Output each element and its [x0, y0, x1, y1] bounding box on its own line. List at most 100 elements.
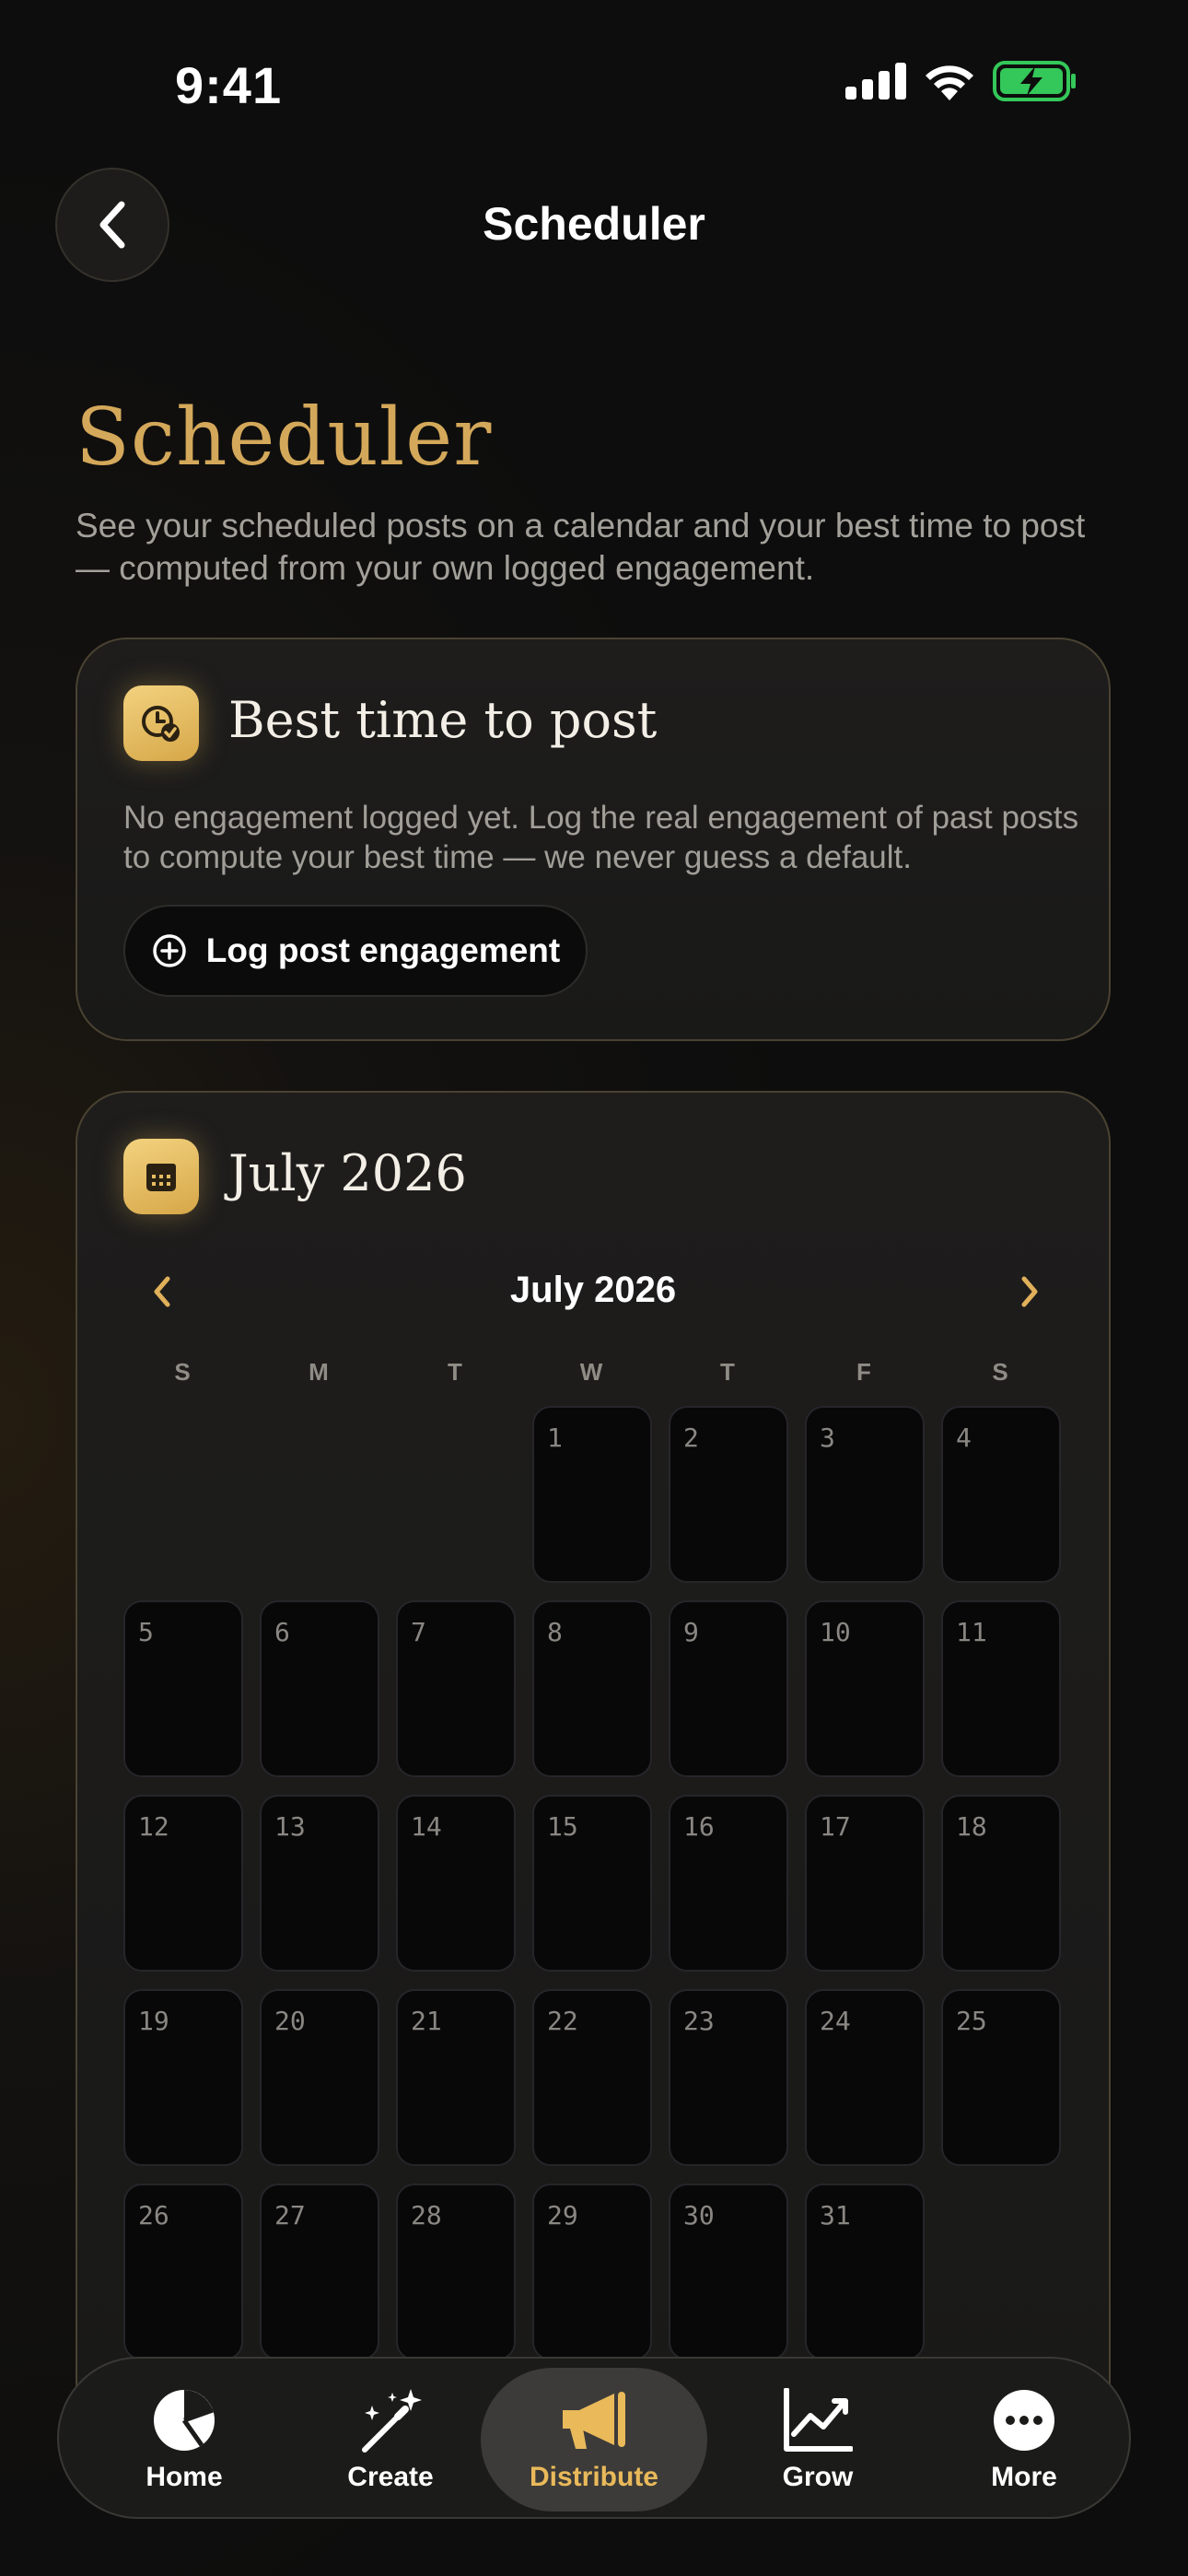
day-number: 1: [547, 1423, 563, 1453]
tab-more-label: More: [991, 2462, 1057, 2492]
calendar-day[interactable]: 8: [532, 1600, 652, 1777]
calendar-day[interactable]: 4: [941, 1406, 1061, 1583]
wifi-icon: [926, 65, 973, 100]
calendar-day[interactable]: 17: [805, 1795, 925, 1972]
day-number: 2: [683, 1423, 699, 1453]
log-engagement-button[interactable]: Log post engagement: [123, 905, 588, 997]
nav-title: Scheduler: [483, 198, 705, 250]
calendar-card: July 2026 July 2026 SMTWTFS 1 2 3 4 5 6 7 8 9 10 1…: [76, 1091, 1111, 2454]
day-number: 14: [411, 1811, 442, 1842]
calendar-day[interactable]: 22: [532, 1989, 652, 2166]
day-number: 29: [547, 2200, 578, 2231]
calendar-day[interactable]: 18: [941, 1795, 1061, 1972]
calendar-day[interactable]: 27: [260, 2184, 379, 2360]
day-number: 26: [138, 2200, 169, 2231]
cellular-signal-icon: [845, 63, 906, 100]
calendar-day[interactable]: 31: [805, 2184, 925, 2360]
tab-distribute[interactable]: Distribute: [481, 2359, 707, 2517]
day-number: 23: [683, 2006, 715, 2036]
trend-chart-icon: [784, 2388, 853, 2452]
day-number: 11: [956, 1617, 987, 1647]
calendar-day[interactable]: 28: [396, 2184, 516, 2360]
calendar-day[interactable]: 1: [532, 1406, 652, 1583]
day-number: 8: [547, 1617, 563, 1647]
battery-charging-icon: [993, 61, 1076, 101]
calendar-day[interactable]: 10: [805, 1600, 925, 1777]
calendar-day[interactable]: 26: [123, 2184, 243, 2360]
calendar-day[interactable]: 16: [669, 1795, 788, 1972]
tab-grow[interactable]: Grow: [707, 2359, 928, 2517]
tab-bar: Home Create Distribute Grow More: [57, 2357, 1131, 2519]
tab-create-label: Create: [347, 2462, 434, 2492]
weekday-label: W: [579, 1358, 605, 1386]
log-engagement-label: Log post engagement: [205, 931, 561, 969]
page-subtitle: See your scheduled posts on a calendar a…: [76, 507, 1086, 587]
day-number: 6: [274, 1617, 290, 1647]
day-number: 28: [411, 2200, 442, 2231]
day-number: 19: [138, 2006, 169, 2036]
day-number: 21: [411, 2006, 442, 2036]
calendar-day[interactable]: 12: [123, 1795, 243, 1972]
calendar-day[interactable]: 29: [532, 2184, 652, 2360]
best-time-message: No engagement logged yet. Log the real e…: [123, 800, 1079, 875]
calendar-day[interactable]: 24: [805, 1989, 925, 2166]
tab-grow-label: Grow: [782, 2462, 854, 2492]
weekday-label: S: [992, 1358, 1010, 1386]
day-number: 13: [274, 1811, 306, 1842]
day-number: 22: [547, 2006, 578, 2036]
day-number: 20: [274, 2006, 306, 2036]
day-number: 9: [683, 1617, 699, 1647]
day-number: 5: [138, 1617, 154, 1647]
page-title: Scheduler: [76, 392, 493, 484]
weekday-label: F: [856, 1358, 873, 1386]
tab-more[interactable]: More: [914, 2359, 1135, 2517]
weekday-label: S: [174, 1358, 192, 1386]
plus-circle-icon: [153, 934, 186, 967]
calendar-day[interactable]: 25: [941, 1989, 1061, 2166]
calendar-day[interactable]: 30: [669, 2184, 788, 2360]
calendar-day[interactable]: 20: [260, 1989, 379, 2166]
magic-wand-icon: [362, 2389, 422, 2453]
day-number: 16: [683, 1811, 715, 1842]
day-number: 27: [274, 2200, 306, 2231]
day-number: 25: [956, 2006, 987, 2036]
day-number: 3: [820, 1423, 835, 1453]
clock-check-icon: [123, 685, 199, 761]
megaphone-icon: [563, 2392, 625, 2449]
day-number: 31: [820, 2200, 851, 2231]
calendar-day[interactable]: 23: [669, 1989, 788, 2166]
day-number: 4: [956, 1423, 972, 1453]
calendar-day[interactable]: 15: [532, 1795, 652, 1972]
calendar-day[interactable]: 6: [260, 1600, 379, 1777]
pie-chart-icon: [154, 2390, 215, 2451]
calendar-day[interactable]: 21: [396, 1989, 516, 2166]
best-time-card: Best time to post No engagement logged y…: [76, 638, 1111, 1041]
day-number: 10: [820, 1617, 851, 1647]
calendar-day[interactable]: 19: [123, 1989, 243, 2166]
day-number: 15: [547, 1811, 578, 1842]
calendar-day[interactable]: 3: [805, 1406, 925, 1583]
more-icon: [994, 2390, 1054, 2451]
day-number: 24: [820, 2006, 851, 2036]
calendar-day[interactable]: 11: [941, 1600, 1061, 1777]
next-month-button[interactable]: [1007, 1270, 1052, 1314]
status-icons: [845, 61, 1077, 101]
calendar-day[interactable]: 9: [669, 1600, 788, 1777]
calendar-day[interactable]: 2: [669, 1406, 788, 1583]
tab-home[interactable]: Home: [74, 2359, 295, 2517]
day-number: 18: [956, 1811, 987, 1842]
calendar-day[interactable]: 13: [260, 1795, 379, 1972]
best-time-title: Best time to post: [228, 691, 658, 749]
calendar-day[interactable]: 5: [123, 1600, 243, 1777]
chevron-right-icon: [1021, 1276, 1038, 1307]
calendar-day[interactable]: 7: [396, 1600, 516, 1777]
calendar-icon: [123, 1139, 199, 1214]
weekday-label: M: [309, 1358, 331, 1386]
calendar-day[interactable]: 14: [396, 1795, 516, 1972]
calendar-title: July 2026: [228, 1144, 467, 1202]
tab-distribute-label: Distribute: [529, 2462, 658, 2492]
day-number: 7: [411, 1617, 426, 1647]
weekday-label: T: [448, 1358, 464, 1386]
tab-home-label: Home: [146, 2462, 223, 2492]
tab-create[interactable]: Create: [280, 2359, 501, 2517]
